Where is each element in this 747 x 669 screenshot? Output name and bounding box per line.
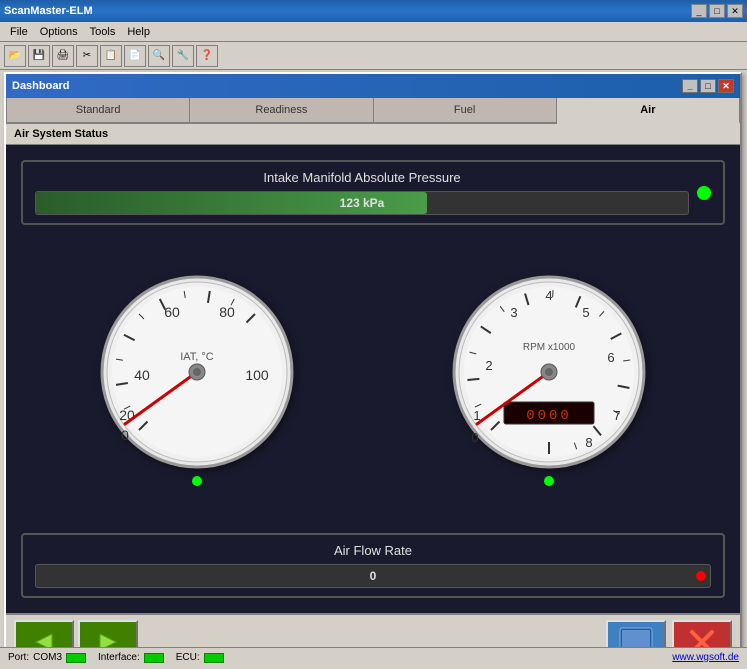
interface-label: Interface:: [98, 652, 140, 663]
tab-fuel[interactable]: Fuel: [374, 98, 557, 122]
toolbar-btn-2[interactable]: 💾: [28, 45, 50, 67]
airflow-bar-container: 0: [35, 564, 711, 588]
svg-text:60: 60: [164, 304, 180, 320]
app-title-bar: ScanMaster-ELM _ □ ✕: [0, 0, 747, 22]
rpm-gauge: 1 2 3 4 5 6 7 8 RPM x1000 0000: [449, 272, 649, 472]
dash-close-btn[interactable]: ✕: [718, 79, 734, 93]
maximize-btn[interactable]: □: [709, 4, 725, 18]
tab-air[interactable]: Air: [557, 98, 740, 124]
toolbar-btn-9[interactable]: ❓: [196, 45, 218, 67]
port-label: Port:: [8, 652, 29, 663]
svg-text:2: 2: [485, 358, 492, 373]
svg-text:80: 80: [219, 304, 235, 320]
dash-minimize-btn[interactable]: _: [682, 79, 698, 93]
svg-text:IAT, °C: IAT, °C: [180, 351, 214, 363]
menu-help[interactable]: Help: [121, 24, 156, 40]
svg-text:40: 40: [134, 367, 150, 383]
status-port: Port: COM3: [8, 652, 86, 663]
dashboard-window: Dashboard _ □ ✕ Standard Readiness Fuel …: [4, 72, 742, 652]
svg-text:0000: 0000: [526, 408, 572, 424]
pressure-bar-container: 123 kPa: [35, 191, 689, 215]
rpm-gauge-container: 1 2 3 4 5 6 7 8 RPM x1000 0000: [449, 272, 649, 486]
airflow-value: 0: [370, 569, 377, 583]
toolbar-btn-1[interactable]: 📂: [4, 45, 26, 67]
toolbar-btn-3[interactable]: 🖨: [52, 45, 74, 67]
status-bar: Port: COM3 Interface: ECU: www.wgsoft.de: [0, 647, 747, 667]
iat-gauge-indicator: [192, 476, 202, 486]
app-title: ScanMaster-ELM: [4, 5, 93, 17]
svg-text:100: 100: [245, 367, 269, 383]
svg-text:8: 8: [585, 435, 592, 450]
port-led: [66, 653, 86, 663]
airflow-red-indicator: [696, 571, 706, 581]
svg-text:RPM x1000: RPM x1000: [523, 342, 576, 353]
toolbar-btn-7[interactable]: 🔍: [148, 45, 170, 67]
iat-gauge: 20 40 60 80 100 IAT, °C 0: [97, 272, 297, 472]
dashboard-titlebar: Dashboard _ □ ✕: [6, 74, 740, 98]
toolbar-btn-4[interactable]: ✂: [76, 45, 98, 67]
menu-file[interactable]: File: [4, 24, 34, 40]
svg-text:0: 0: [471, 430, 478, 445]
minimize-btn[interactable]: _: [691, 4, 707, 18]
interface-led: [144, 653, 164, 663]
pressure-label: Intake Manifold Absolute Pressure: [35, 170, 689, 185]
tab-standard[interactable]: Standard: [6, 98, 190, 122]
title-controls: _ □ ✕: [691, 4, 743, 18]
menu-options[interactable]: Options: [34, 24, 84, 40]
iat-gauge-container: 20 40 60 80 100 IAT, °C 0: [97, 272, 297, 486]
menu-tools[interactable]: Tools: [84, 24, 122, 40]
svg-text:4: 4: [545, 288, 552, 303]
toolbar-btn-6[interactable]: 📄: [124, 45, 146, 67]
dashboard-controls: _ □ ✕: [682, 79, 734, 93]
airflow-label: Air Flow Rate: [35, 543, 711, 558]
svg-text:7: 7: [613, 408, 620, 423]
svg-text:6: 6: [607, 350, 614, 365]
pressure-value: 123 kPa: [36, 196, 688, 210]
gauges-row: 20 40 60 80 100 IAT, °C 0: [21, 237, 725, 521]
airflow-display: Air Flow Rate 0: [21, 533, 725, 598]
svg-text:0: 0: [121, 427, 129, 443]
menu-bar: File Options Tools Help: [0, 22, 747, 42]
website-link[interactable]: www.wgsoft.de: [672, 652, 739, 663]
dashboard-title: Dashboard: [12, 80, 69, 92]
toolbar-btn-8[interactable]: 🔧: [172, 45, 194, 67]
section-header: Air System Status: [6, 124, 740, 145]
status-left: Port: COM3 Interface: ECU:: [8, 652, 224, 663]
pressure-display: Intake Manifold Absolute Pressure 123 kP…: [21, 160, 725, 225]
svg-text:3: 3: [510, 305, 517, 320]
dash-maximize-btn[interactable]: □: [700, 79, 716, 93]
ecu-label: ECU:: [176, 652, 200, 663]
tabs-container: Standard Readiness Fuel Air: [6, 98, 740, 124]
rpm-gauge-indicator: [544, 476, 554, 486]
content-area: Intake Manifold Absolute Pressure 123 kP…: [6, 145, 740, 613]
pressure-green-indicator: [697, 186, 711, 200]
svg-text:5: 5: [582, 305, 589, 320]
svg-text:20: 20: [119, 407, 135, 423]
tab-readiness[interactable]: Readiness: [190, 98, 373, 122]
status-ecu: ECU:: [176, 652, 224, 663]
toolbar-btn-5[interactable]: 📋: [100, 45, 122, 67]
tab-active-indicator: [642, 118, 654, 124]
close-btn[interactable]: ✕: [727, 4, 743, 18]
port-value: COM3: [33, 652, 62, 663]
toolbar: 📂 💾 🖨 ✂ 📋 📄 🔍 🔧 ❓: [0, 42, 747, 70]
ecu-led: [204, 653, 224, 663]
status-interface: Interface:: [98, 652, 164, 663]
